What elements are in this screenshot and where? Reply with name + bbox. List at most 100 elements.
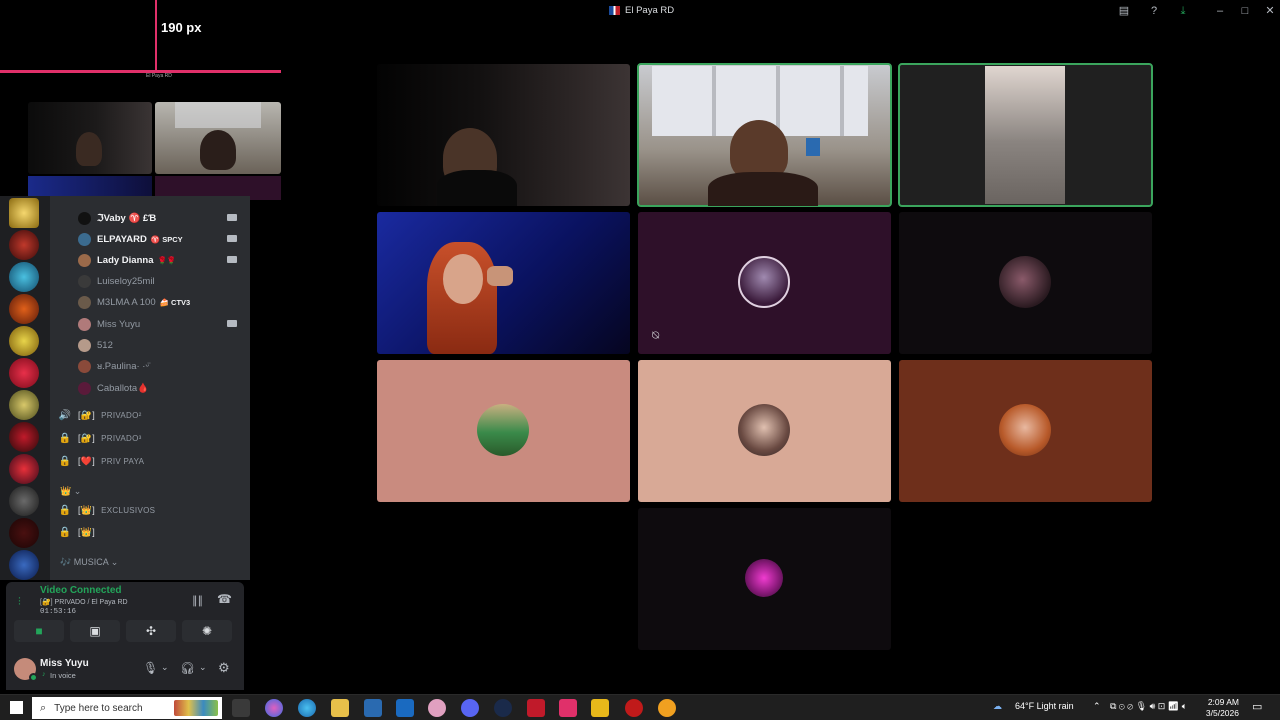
camera-icon — [227, 214, 237, 221]
video-tile[interactable] — [377, 212, 630, 354]
activities-icon: ✣ — [145, 624, 157, 638]
inbox-icon[interactable]: ▤ — [1117, 4, 1131, 18]
rockstar-icon[interactable] — [591, 699, 609, 717]
store-icon[interactable] — [364, 699, 382, 717]
tray-icons[interactable]: ⧉ ⊙ ⊘ 🎙︎ 🔊︎ ⊡ 📶︎ 🔈︎ — [1110, 701, 1187, 712]
channel-list: ℑVaby ♈ £Ɓ ELPAYARD ♈ SPCY Lady Dianna 🌹… — [50, 196, 250, 580]
chrome-icon[interactable] — [658, 699, 676, 717]
category-header[interactable]: 👑 ⌄ — [60, 486, 81, 497]
voice-member[interactable]: ELPAYARD ♈ SPCY — [78, 229, 243, 249]
avatar — [78, 211, 91, 225]
chevron-up-icon[interactable]: ⌃ — [1093, 701, 1101, 712]
copilot-icon[interactable] — [265, 699, 283, 717]
server-icon[interactable] — [9, 358, 39, 388]
weather-icon: ☁ — [993, 701, 1002, 711]
app-icon[interactable] — [527, 699, 545, 717]
soundboard-button[interactable]: ✺ — [182, 620, 232, 642]
participant-video — [437, 170, 517, 206]
voice-channel[interactable]: 🔒 [👑] EXCLUSIVOS — [58, 500, 243, 520]
chevron-down-icon[interactable]: ⌄ — [199, 662, 207, 673]
video-tile[interactable] — [638, 508, 891, 650]
member-name: ELPAYARD — [97, 233, 147, 245]
video-tile[interactable] — [377, 360, 630, 502]
server-icon[interactable] — [9, 262, 39, 292]
channel-bracket: [❤️] — [78, 455, 96, 466]
avatar — [78, 381, 91, 395]
avatar — [78, 274, 91, 288]
discord-icon[interactable] — [461, 699, 479, 717]
server-icon[interactable] — [9, 550, 39, 580]
video-tile-speaking[interactable] — [637, 63, 892, 207]
video-tile[interactable] — [377, 64, 630, 206]
disconnect-icon[interactable]: ☎ — [217, 592, 232, 606]
video-tile[interactable]: ⍉ — [638, 212, 891, 354]
voice-member[interactable]: Lady Dianna 🌹🌹 — [78, 250, 243, 270]
voice-channel-path[interactable]: [🔐] PRIVADO / El Paya RD — [40, 598, 128, 606]
server-icon[interactable] — [9, 486, 39, 516]
server-icon[interactable] — [9, 454, 39, 484]
close-icon[interactable]: ✕ — [1263, 4, 1277, 18]
voice-member[interactable]: 512 — [78, 335, 243, 355]
participant-avatar — [999, 256, 1051, 308]
taskbar-search[interactable]: ⌕ Type here to search — [32, 697, 222, 719]
avatar — [78, 359, 91, 373]
server-icon[interactable] — [9, 518, 39, 548]
video-tile[interactable] — [899, 212, 1152, 354]
server-icon[interactable] — [9, 422, 39, 452]
noise-suppression-icon[interactable]: ∥∥ — [192, 594, 203, 607]
outlook-icon[interactable] — [396, 699, 414, 717]
weather-text[interactable]: 64°F Light rain — [1015, 701, 1074, 711]
server-icon[interactable] — [9, 198, 39, 228]
edge-icon[interactable] — [298, 699, 316, 717]
video-tile[interactable] — [899, 360, 1152, 502]
steam-icon[interactable] — [494, 699, 512, 717]
camera-button[interactable]: ■ — [14, 620, 64, 642]
soundboard-icon: ✺ — [201, 624, 213, 638]
help-icon[interactable]: ? — [1147, 4, 1161, 18]
tiktok-icon[interactable] — [559, 699, 577, 717]
camera-icon — [227, 320, 237, 327]
voice-member[interactable]: Caballota🩸 — [78, 378, 243, 398]
window-title: El Paya RD — [609, 5, 674, 16]
voice-channel[interactable]: 🔒 [👑] — [58, 522, 243, 542]
voice-channel[interactable]: 🔒 [❤️] PRIV PAYA — [58, 451, 243, 471]
headphones-icon[interactable]: 🎧︎ — [180, 661, 195, 675]
overlay-preview: 190 px El Paya RD — [0, 0, 281, 200]
chevron-down-icon[interactable]: ⌄ — [161, 662, 169, 673]
voice-member[interactable]: Luiseloy25mil — [78, 271, 243, 291]
voice-member[interactable]: ᴚ.Paulina· ·ᵕ̈ — [78, 356, 243, 376]
maximize-icon[interactable]: □ — [1238, 4, 1252, 18]
channel-bracket: [👑] — [78, 526, 96, 537]
channel-bracket: [👑] — [78, 504, 96, 515]
server-icon[interactable] — [9, 230, 39, 260]
screen-share-button[interactable]: ▣ — [70, 620, 120, 642]
server-icon[interactable] — [9, 294, 39, 324]
voice-channel[interactable]: 🔊 [🔐] PRIVADO² — [58, 405, 243, 425]
server-icon[interactable] — [9, 390, 39, 420]
server-icon[interactable] — [9, 326, 39, 356]
avatar[interactable] — [14, 658, 38, 682]
clock-date[interactable]: 3/5/2026 — [1205, 708, 1239, 718]
video-tile[interactable] — [638, 360, 891, 502]
category-header[interactable]: 🎶 MUSICA ⌄ — [60, 557, 118, 568]
clock-time[interactable]: 2:09 AM — [1205, 697, 1239, 707]
gear-icon[interactable]: ⚙ — [218, 660, 230, 676]
voice-member[interactable]: Miss Yuyu — [78, 314, 243, 334]
app-icon[interactable] — [428, 699, 446, 717]
voice-channel[interactable]: 🔒 [🔐] PRIVADO³ — [58, 428, 243, 448]
screen-share-icon: ▣ — [89, 624, 101, 638]
microphone-icon[interactable]: 🎙︎ — [143, 661, 158, 675]
notification-icon[interactable]: ▭ — [1252, 700, 1262, 713]
download-icon[interactable]: ⤓ — [1176, 4, 1190, 18]
task-view-icon[interactable] — [232, 699, 250, 717]
windows-start-icon[interactable] — [10, 701, 23, 714]
voice-member[interactable]: M3LMA A 100 🍰 CTV3 — [78, 292, 243, 312]
file-explorer-icon[interactable] — [331, 699, 349, 717]
lock-icon: 🔒 — [58, 432, 72, 444]
app-icon[interactable] — [625, 699, 643, 717]
video-tile-speaking[interactable] — [898, 63, 1153, 207]
minimize-icon[interactable]: – — [1213, 4, 1227, 18]
avatar — [78, 232, 91, 246]
voice-member[interactable]: ℑVaby ♈ £Ɓ — [78, 208, 243, 228]
activities-button[interactable]: ✣ — [126, 620, 176, 642]
